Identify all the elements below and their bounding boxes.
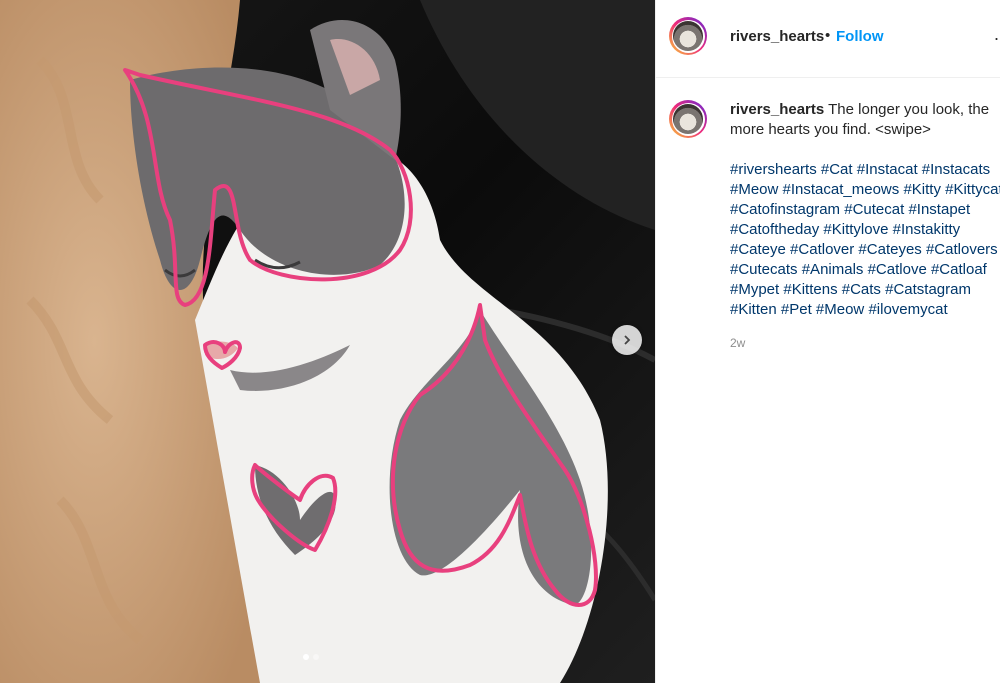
hashtag-link[interactable]: #Kitty	[903, 181, 941, 198]
post-timestamp[interactable]: 2w	[730, 336, 1000, 350]
hashtag-list: #rivershearts #Cat #Instacat #Instacats …	[730, 160, 1000, 320]
hashtag-link[interactable]: #Cateyes	[858, 241, 921, 258]
hashtag-link[interactable]: #Animals	[802, 261, 864, 278]
caption-username[interactable]: rivers_hearts	[730, 101, 824, 118]
follow-button[interactable]: Follow	[836, 28, 884, 45]
hashtag-link[interactable]: #Instacats	[922, 161, 990, 178]
post-photo[interactable]	[0, 0, 655, 683]
hashtag-link[interactable]: #Cutecat	[844, 201, 904, 218]
post-side-panel: rivers_hearts • Follow ... rivers_hearts…	[655, 0, 1000, 683]
carousel-indicator	[303, 654, 319, 660]
cat-image	[0, 0, 655, 683]
hashtag-link[interactable]: #Meow	[730, 181, 778, 198]
hashtag-link[interactable]: #ilovemycat	[868, 301, 947, 318]
more-horizontal-icon[interactable]: ...	[994, 24, 1000, 45]
separator-dot: •	[825, 27, 831, 44]
carousel-next-button[interactable]	[612, 325, 642, 355]
hashtag-link[interactable]: #Catoftheday	[730, 221, 819, 238]
chevron-right-icon	[624, 335, 631, 345]
hashtag-link[interactable]: #Instapet	[908, 201, 970, 218]
hashtag-link[interactable]: #Kitten	[730, 301, 777, 318]
avatar-image	[673, 104, 703, 134]
hashtag-link[interactable]: #Catloaf	[931, 261, 987, 278]
caption-avatar[interactable]	[669, 100, 707, 138]
hashtag-link[interactable]: #Instacat_meows	[783, 181, 900, 198]
hashtag-link[interactable]: #Cateye	[730, 241, 786, 258]
caption-body: rivers_hearts The longer you look, the m…	[730, 100, 1000, 140]
caption: rivers_hearts The longer you look, the m…	[669, 100, 1000, 350]
hashtag-link[interactable]: #Kittycat	[945, 181, 1000, 198]
hashtag-link[interactable]: #Instacat	[857, 161, 918, 178]
hashtag-link[interactable]: #Pet	[781, 301, 812, 318]
hashtag-link[interactable]: #Catlove	[868, 261, 927, 278]
hashtag-link[interactable]: #Catlover	[790, 241, 854, 258]
hashtag-link[interactable]: #Instakitty	[893, 221, 961, 238]
avatar[interactable]	[669, 17, 707, 55]
hashtag-link[interactable]: #Kittylove	[823, 221, 888, 238]
hashtag-link[interactable]: #Catlovers	[926, 241, 998, 258]
post-header: rivers_hearts • Follow ...	[656, 0, 1000, 78]
carousel-dot	[313, 654, 319, 660]
hashtag-link[interactable]: #Mypet	[730, 281, 779, 298]
hashtag-link[interactable]: #Kittens	[783, 281, 837, 298]
hashtag-link[interactable]: #Catofinstagram	[730, 201, 840, 218]
hashtag-link[interactable]: #Meow	[816, 301, 864, 318]
avatar-image	[673, 21, 703, 51]
hashtag-link[interactable]: #Catstagram	[885, 281, 971, 298]
hashtag-link[interactable]: #Cats	[842, 281, 881, 298]
hashtag-link[interactable]: #Cat	[821, 161, 853, 178]
carousel-dot-active	[303, 654, 309, 660]
hashtag-link[interactable]: #Cutecats	[730, 261, 798, 278]
header-username[interactable]: rivers_hearts	[730, 28, 824, 45]
hashtag-link[interactable]: #rivershearts	[730, 161, 817, 178]
